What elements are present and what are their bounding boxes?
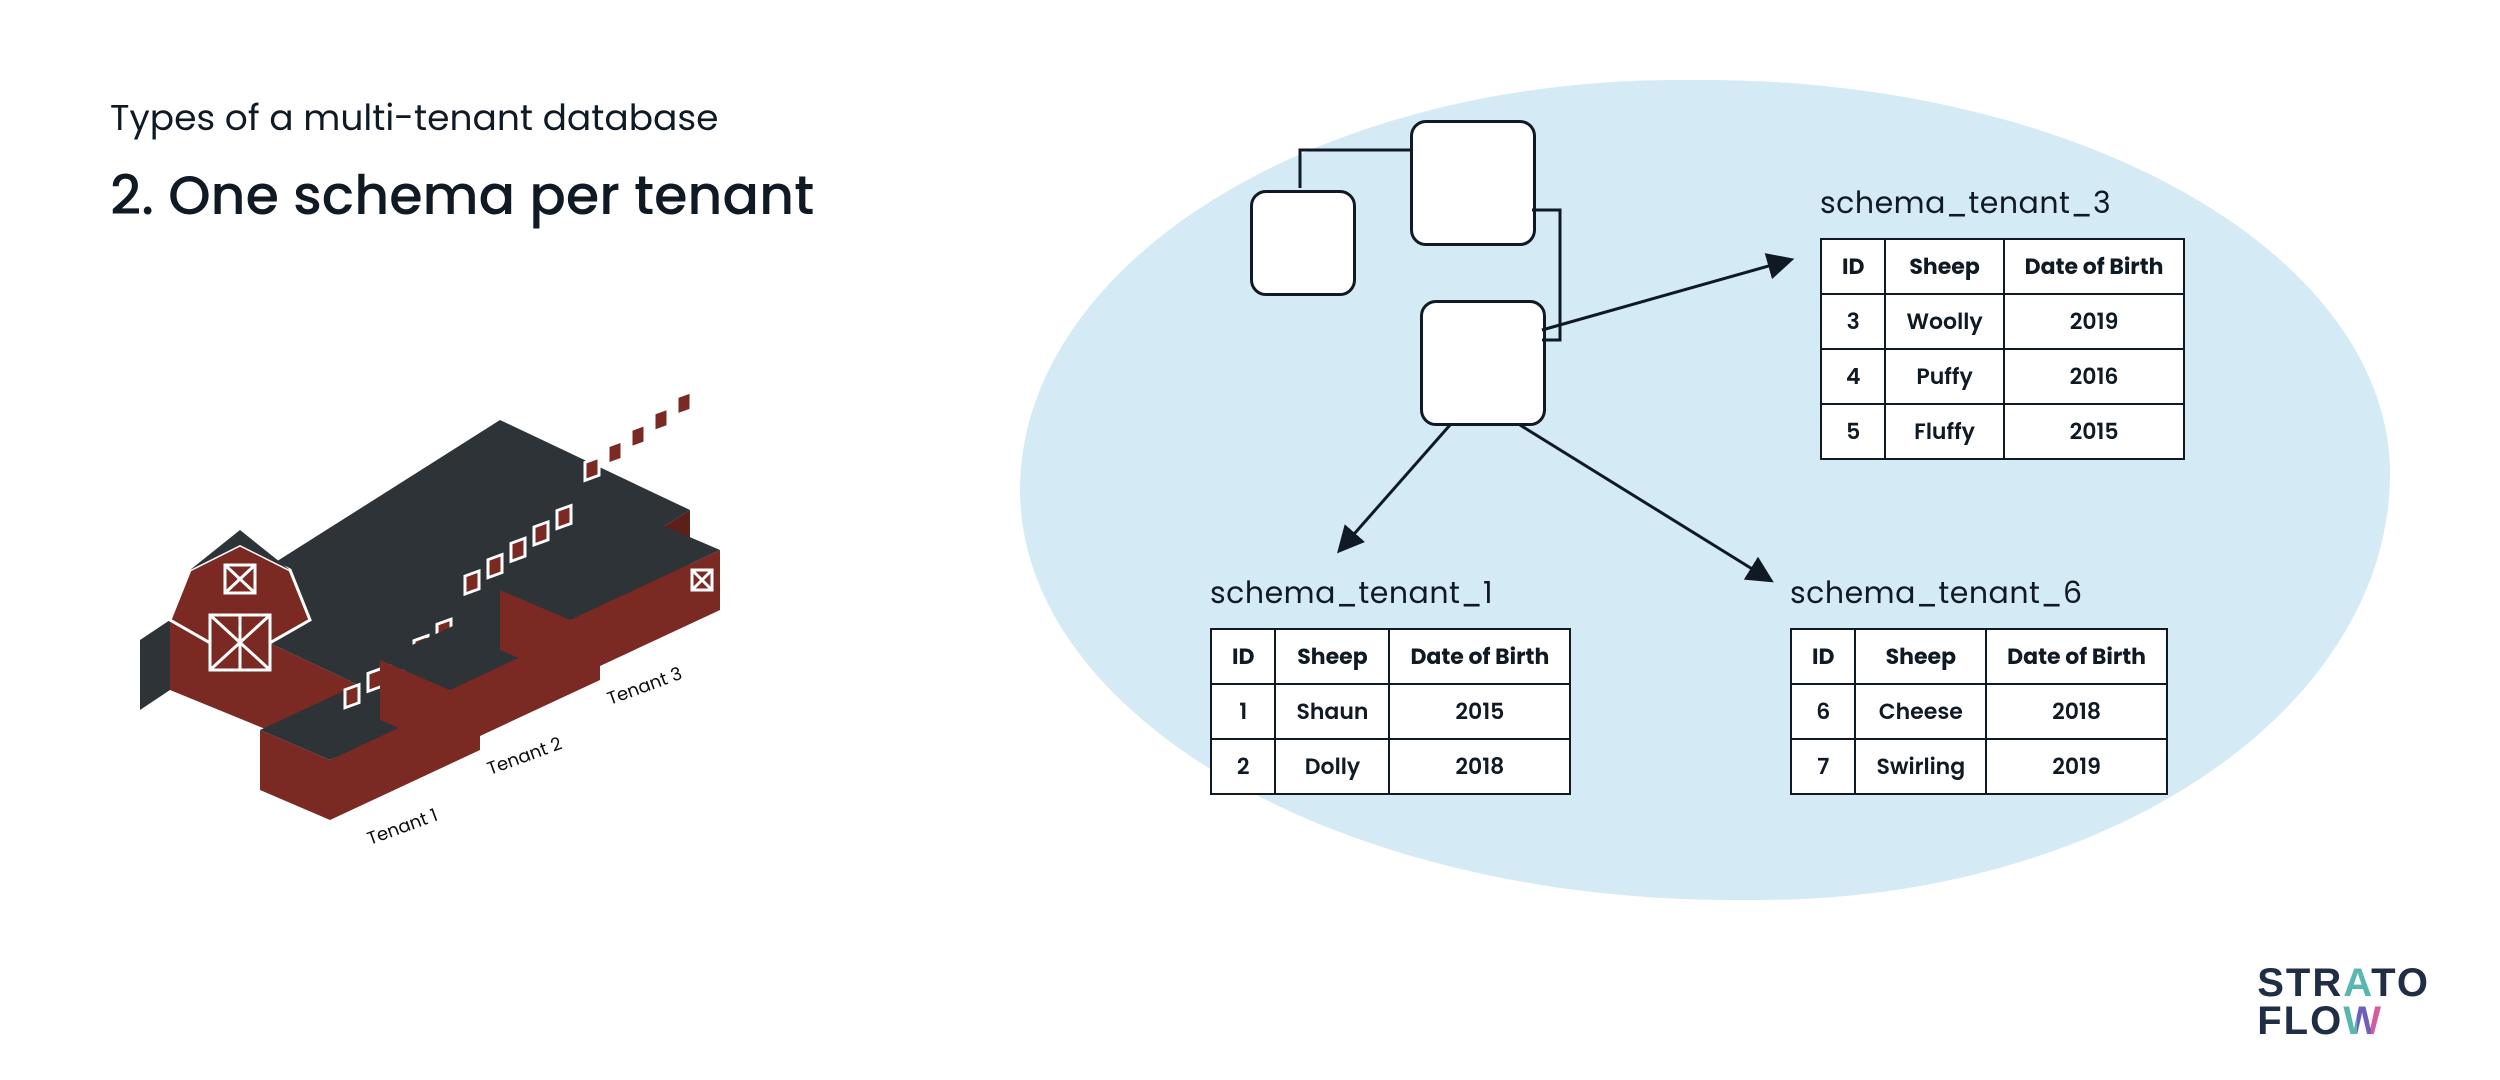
barn-illustration: Tenant 1 Tenant 2 (130, 360, 750, 860)
table-row: 1 Shaun 2015 (1211, 684, 1570, 739)
col-dob: Date of Birth (2004, 239, 2185, 294)
tenant-3-label: Tenant 3 (604, 661, 686, 711)
schema-tenant-3-title: schema_tenant_3 (1820, 180, 2185, 226)
col-id: ID (1791, 629, 1855, 684)
schema-tenant-1-title: schema_tenant_1 (1210, 570, 1571, 616)
schema-tenant-6: schema_tenant_6 ID Sheep Date of Birth 6… (1790, 570, 2168, 795)
col-sheep: Sheep (1275, 629, 1389, 684)
schema-tenant-6-title: schema_tenant_6 (1790, 570, 2168, 616)
table-row: 4 Puffy 2016 (1821, 349, 2184, 404)
tenant-2-label: Tenant 2 (484, 731, 566, 781)
logo-accent-w: W (2343, 999, 2383, 1043)
table-row: 2 Dolly 2018 (1211, 739, 1570, 794)
table-row: 6 Cheese 2018 (1791, 684, 2167, 739)
table-row: 5 Fluffy 2015 (1821, 404, 2184, 459)
db-node-b (1410, 120, 1536, 246)
table-row: 3 Woolly 2019 (1821, 294, 2184, 349)
schema-diagram: schema_tenant_3 ID Sheep Date of Birth 3… (1020, 80, 2390, 900)
schema-tenant-6-table: ID Sheep Date of Birth 6 Cheese 2018 7 S… (1790, 628, 2168, 795)
col-sheep: Sheep (1855, 629, 1986, 684)
title-block: Types of a multi-tenant database 2. One … (110, 90, 814, 236)
col-dob: Date of Birth (1986, 629, 2167, 684)
table-row: 7 Swirling 2019 (1791, 739, 2167, 794)
col-dob: Date of Birth (1389, 629, 1570, 684)
schema-tenant-1-table: ID Sheep Date of Birth 1 Shaun 2015 2 Do… (1210, 628, 1571, 795)
col-id: ID (1211, 629, 1275, 684)
db-node-c (1420, 300, 1546, 426)
schema-tenant-1: schema_tenant_1 ID Sheep Date of Birth 1… (1210, 570, 1571, 795)
db-node-a (1250, 190, 1356, 296)
schema-tenant-3: schema_tenant_3 ID Sheep Date of Birth 3… (1820, 180, 2185, 460)
tenant-1-label: Tenant 1 (364, 803, 441, 852)
col-sheep: Sheep (1885, 239, 2003, 294)
logo-text: FLO (2257, 999, 2343, 1043)
schema-tenant-3-table: ID Sheep Date of Birth 3 Woolly 2019 4 P… (1820, 238, 2185, 460)
stratoflow-logo: STRATO FLOW (2257, 964, 2430, 1040)
col-id: ID (1821, 239, 1885, 294)
headline: 2. One schema per tenant (110, 155, 814, 236)
overline: Types of a multi-tenant database (110, 90, 814, 145)
